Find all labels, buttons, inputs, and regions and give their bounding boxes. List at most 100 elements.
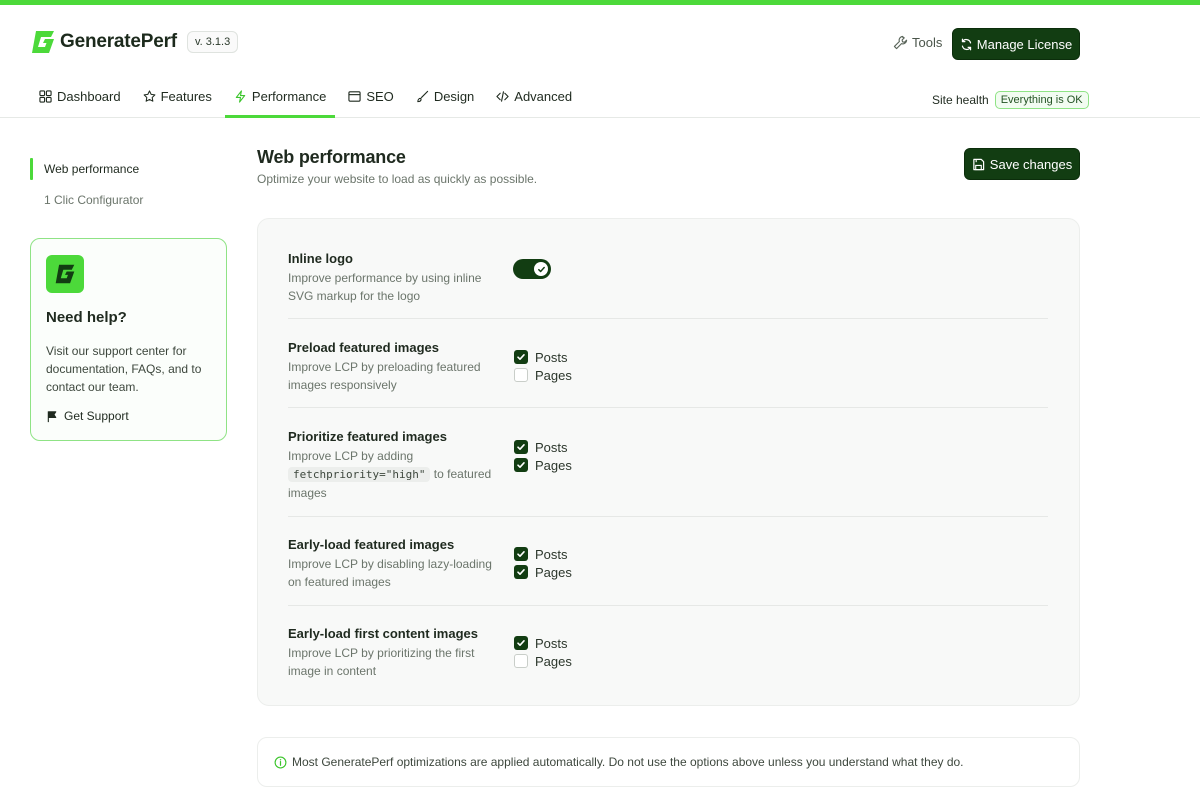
page-subtitle: Optimize your website to load as quickly… bbox=[257, 172, 538, 186]
features-icon bbox=[143, 90, 156, 102]
sidebar-item-web-performance[interactable]: Web performance bbox=[30, 158, 143, 180]
tab-label: SEO bbox=[366, 89, 394, 104]
checkbox-posts[interactable]: Posts bbox=[514, 348, 572, 366]
tab-seo[interactable]: SEO bbox=[339, 75, 402, 118]
manage-license-label: Manage License bbox=[976, 36, 1073, 52]
tab-features[interactable]: Features bbox=[134, 75, 221, 118]
tab-label: Features bbox=[160, 89, 212, 104]
brand[interactable]: GeneratePerf v. 3.1.3 bbox=[30, 29, 239, 55]
code-snippet: fetchpriority="high" bbox=[288, 467, 431, 482]
setting-label: Early-load first content images bbox=[288, 626, 478, 641]
tab-advanced[interactable]: Advanced bbox=[487, 75, 581, 118]
brand-name: GeneratePerf bbox=[60, 31, 177, 52]
check-icon bbox=[517, 569, 525, 575]
checkbox-label: Posts bbox=[535, 349, 568, 365]
check-icon bbox=[517, 462, 525, 468]
page-title: Web performance bbox=[257, 147, 406, 167]
setting-description: Improve LCP by preloading featured image… bbox=[288, 360, 481, 392]
settings-sidebar: Web performance 1 Clic Configurator bbox=[30, 158, 143, 220]
wrench-icon bbox=[893, 35, 908, 50]
tab-performance[interactable]: Performance bbox=[224, 75, 336, 118]
checkbox-checked[interactable] bbox=[514, 440, 528, 454]
check-icon bbox=[517, 551, 525, 557]
info-icon bbox=[274, 756, 287, 768]
checkbox-posts[interactable]: Posts bbox=[514, 438, 572, 456]
settings-card: Inline logo Improve performance by using… bbox=[257, 218, 1080, 706]
window-icon bbox=[348, 91, 361, 102]
refresh-icon bbox=[961, 38, 971, 50]
save-changes-button[interactable]: Save changes bbox=[964, 148, 1080, 180]
tab-label: Dashboard bbox=[57, 89, 121, 104]
setting-row-preload-featured-images: Preload featured images Improve LCP by p… bbox=[288, 340, 1048, 408]
sidebar-item-1-clic-configurator[interactable]: 1 Clic Configurator bbox=[30, 189, 143, 211]
notice-text: Most GeneratePerf optimizations are appl… bbox=[292, 755, 964, 769]
setting-description: Improve LCP by disabling lazy-loading on… bbox=[288, 557, 492, 589]
setting-description: Improve LCP by adding fetchpriority="hig… bbox=[288, 447, 498, 502]
site-health: Site health Everything is OK bbox=[932, 91, 1089, 109]
setting-row-early-load-first-content-images: Early-load first content images Improve … bbox=[288, 626, 1048, 686]
checkbox-unchecked[interactable] bbox=[514, 654, 528, 668]
checkbox-checked[interactable] bbox=[514, 350, 528, 364]
get-support-label: Get Support bbox=[64, 409, 129, 423]
tab-label: Design bbox=[433, 89, 475, 104]
checkbox-label: Pages bbox=[535, 653, 572, 669]
checkbox-label: Posts bbox=[535, 546, 568, 562]
manage-license-button[interactable]: Manage License bbox=[952, 28, 1080, 60]
setting-label: Early-load featured images bbox=[288, 537, 455, 552]
main-nav: Dashboard Features Performance SEO Desig… bbox=[30, 75, 585, 118]
checkbox-group: Posts Pages bbox=[514, 348, 572, 384]
checkbox-checked[interactable] bbox=[514, 636, 528, 650]
save-icon bbox=[973, 158, 985, 170]
setting-label: Preload featured images bbox=[288, 340, 439, 355]
check-icon bbox=[517, 444, 525, 450]
check-icon bbox=[517, 354, 525, 360]
brush-icon bbox=[417, 90, 428, 103]
tools-label: Tools bbox=[912, 35, 943, 50]
checkbox-posts[interactable]: Posts bbox=[514, 545, 572, 563]
setting-description: Improve performance by using inline SVG … bbox=[288, 271, 482, 303]
site-health-label: Site health bbox=[932, 93, 989, 107]
tab-dashboard[interactable]: Dashboard bbox=[30, 75, 130, 118]
flag-icon bbox=[47, 410, 57, 422]
generateperf-logo-icon bbox=[55, 264, 75, 284]
checkbox-pages[interactable]: Pages bbox=[514, 652, 572, 670]
inline-logo-toggle[interactable] bbox=[513, 259, 551, 279]
checkbox-group: Posts Pages bbox=[514, 438, 572, 474]
checkbox-label: Pages bbox=[535, 457, 572, 473]
help-title: Need help? bbox=[46, 309, 127, 326]
tab-label: Advanced bbox=[514, 89, 573, 104]
check-icon bbox=[537, 266, 545, 272]
version-badge: v. 3.1.3 bbox=[186, 31, 239, 53]
help-logo bbox=[46, 255, 84, 293]
checkbox-unchecked[interactable] bbox=[514, 368, 528, 382]
get-support-link[interactable]: Get Support bbox=[46, 409, 211, 423]
code-icon bbox=[496, 91, 509, 102]
checkbox-pages[interactable]: Pages bbox=[514, 563, 572, 581]
checkbox-checked[interactable] bbox=[514, 565, 528, 579]
tab-design[interactable]: Design bbox=[407, 75, 483, 118]
save-changes-label: Save changes bbox=[989, 156, 1073, 172]
setting-label: Inline logo bbox=[288, 251, 353, 266]
checkbox-label: Pages bbox=[535, 564, 572, 580]
setting-row-early-load-featured-images: Early-load featured images Improve LCP b… bbox=[288, 537, 1048, 606]
site-health-badge[interactable]: Everything is OK bbox=[994, 91, 1089, 109]
checkbox-group: Posts Pages bbox=[514, 634, 572, 670]
help-card: Need help? Visit our support center for … bbox=[30, 238, 227, 441]
setting-description: Improve LCP by prioritizing the first im… bbox=[288, 646, 475, 678]
checkbox-checked[interactable] bbox=[514, 547, 528, 561]
app-header: GeneratePerf v. 3.1.3 Tools Manage Licen… bbox=[0, 5, 1200, 118]
checkbox-posts[interactable]: Posts bbox=[514, 634, 572, 652]
check-icon bbox=[517, 640, 525, 646]
checkbox-pages[interactable]: Pages bbox=[514, 456, 572, 474]
setting-row-prioritize-featured-images: Prioritize featured images Improve LCP b… bbox=[288, 429, 1048, 517]
toggle-knob bbox=[534, 262, 548, 276]
checkbox-pages[interactable]: Pages bbox=[514, 366, 572, 384]
setting-row-inline-logo: Inline logo Improve performance by using… bbox=[288, 251, 1048, 319]
bolt-icon bbox=[235, 90, 246, 103]
checkbox-label: Posts bbox=[535, 635, 568, 651]
checkbox-label: Posts bbox=[535, 439, 568, 455]
grid-icon bbox=[39, 90, 52, 103]
checkbox-checked[interactable] bbox=[514, 458, 528, 472]
tools-link[interactable]: Tools bbox=[893, 35, 942, 50]
checkbox-group: Posts Pages bbox=[514, 545, 572, 581]
